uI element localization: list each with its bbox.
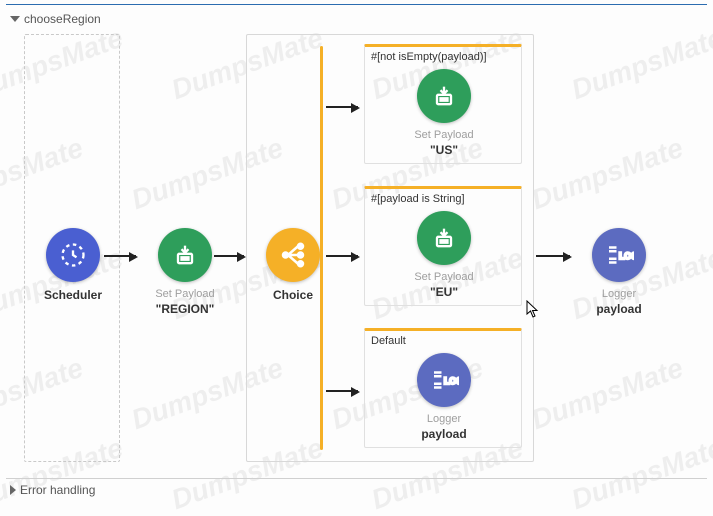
- scheduler-label: Scheduler: [28, 288, 118, 302]
- branch-us-value: "US": [399, 143, 489, 157]
- set-payload-region-top: Set Payload: [140, 288, 230, 300]
- logger-icon: LOG: [417, 353, 471, 407]
- choice-label: Choice: [248, 288, 338, 302]
- branch-default-condition: Default: [371, 335, 406, 347]
- branch-default-value: payload: [399, 427, 489, 441]
- arrow: [536, 255, 570, 257]
- set-payload-region-value: "REGION": [140, 302, 230, 316]
- clock-icon: [46, 228, 100, 282]
- watermark: DumpsMate: [567, 432, 713, 516]
- arrow: [214, 255, 244, 257]
- error-handling-label: Error handling: [20, 483, 95, 497]
- arrow: [104, 255, 136, 257]
- flow-canvas: DumpsMate DumpsMate DumpsMate DumpsMate …: [8, 28, 705, 475]
- svg-text:LOG: LOG: [444, 376, 459, 386]
- branch-us[interactable]: #[not isEmpty(payload)] Set Payload "US": [364, 44, 522, 164]
- set-payload-region-node[interactable]: Set Payload "REGION": [140, 228, 230, 316]
- watermark: DumpsMate: [527, 352, 687, 436]
- arrow: [326, 390, 358, 392]
- branch-default[interactable]: Default LOG Logger payload: [364, 328, 522, 448]
- branch-eu-condition: #[payload is String]: [371, 193, 465, 205]
- set-payload-icon: [417, 211, 471, 265]
- logger-icon: LOG: [592, 228, 646, 282]
- branch-default-top: Logger: [399, 413, 489, 425]
- scheduler-node[interactable]: Scheduler: [28, 228, 118, 302]
- choice-icon: [266, 228, 320, 282]
- watermark: DumpsMate: [567, 22, 713, 106]
- logger-top: Logger: [574, 288, 664, 300]
- error-handling-header[interactable]: Error handling: [10, 483, 95, 497]
- set-payload-icon: [417, 69, 471, 123]
- expand-icon: [10, 485, 16, 495]
- choice-node[interactable]: Choice: [248, 228, 338, 302]
- flow-header[interactable]: chooseRegion: [10, 12, 101, 26]
- svg-text:LOG: LOG: [619, 251, 634, 261]
- branch-eu-top: Set Payload: [399, 271, 489, 283]
- arrow: [326, 255, 358, 257]
- branch-eu[interactable]: #[payload is String] Set Payload "EU": [364, 186, 522, 306]
- cursor-icon: [526, 300, 540, 318]
- branch-eu-value: "EU": [399, 285, 489, 299]
- branch-us-top: Set Payload: [399, 129, 489, 141]
- arrow: [326, 106, 358, 108]
- collapse-icon: [10, 16, 20, 22]
- logger-node[interactable]: LOG Logger payload: [574, 228, 664, 316]
- branch-us-condition: #[not isEmpty(payload)]: [371, 51, 487, 63]
- watermark: DumpsMate: [527, 132, 687, 216]
- logger-value: payload: [574, 302, 664, 316]
- flow-name: chooseRegion: [24, 12, 101, 26]
- set-payload-icon: [158, 228, 212, 282]
- choice-divider: [320, 46, 323, 450]
